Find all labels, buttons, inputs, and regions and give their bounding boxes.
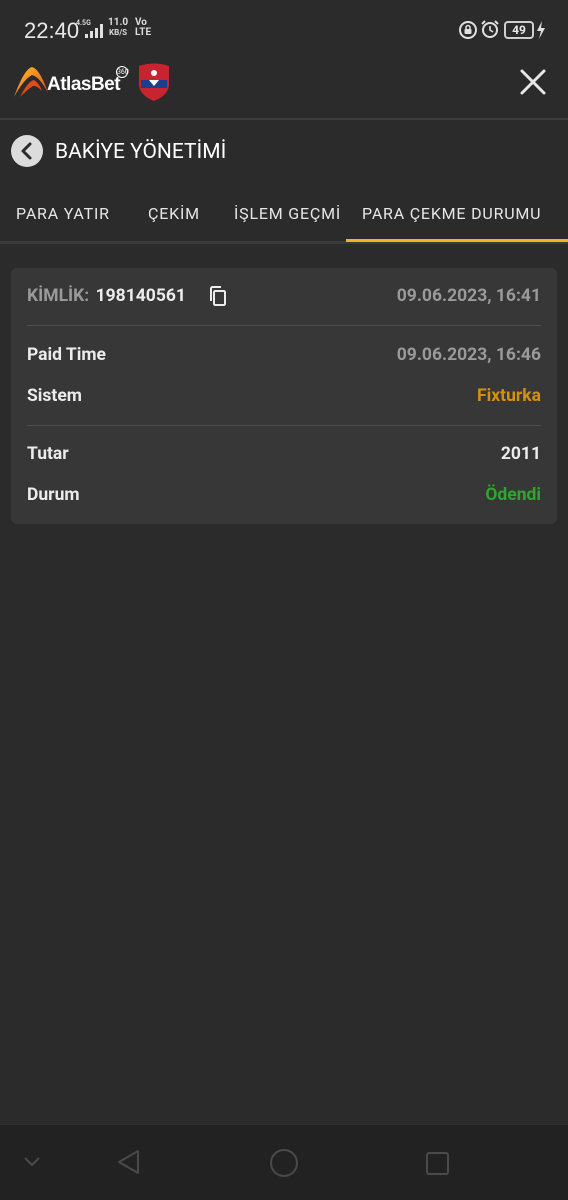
tab-islem-gecmisi[interactable]: İŞLEM GEÇMİ xyxy=(234,204,341,223)
nav-home-icon[interactable] xyxy=(268,1147,300,1179)
charging-icon xyxy=(537,21,545,39)
net-speed-unit: KB/S xyxy=(109,28,128,37)
chevron-left-icon xyxy=(21,142,32,160)
active-tab-indicator xyxy=(346,239,568,242)
status-badge: Ödendi xyxy=(485,485,541,505)
id-value: 198140561 xyxy=(95,286,186,306)
system-label: Sistem xyxy=(27,386,82,406)
volte-indicator: Vo LTE xyxy=(135,18,151,38)
net-speed: 11.0 KB/S xyxy=(108,17,129,38)
status-row: Durum Ödendi xyxy=(27,485,541,509)
id-label: KİMLİK: xyxy=(27,286,90,306)
created-time: 09.06.2023, 16:41 xyxy=(396,286,541,306)
volte-bottom: LTE xyxy=(135,27,152,38)
brand-name: AtlasBet xyxy=(47,74,121,95)
atlasbet-logo-icon xyxy=(14,67,48,97)
status-label: Durum xyxy=(27,485,80,505)
paid-time-value: 09.06.2023, 16:46 xyxy=(396,345,541,365)
back-button[interactable] xyxy=(11,135,43,167)
nav-recents-icon[interactable] xyxy=(425,1151,451,1177)
system-row: Sistem Fixturka xyxy=(27,386,541,410)
alarm-icon xyxy=(481,20,499,38)
tab-para-cekme-durumu[interactable]: PARA ÇEKME DURUMU xyxy=(362,204,541,223)
tab-para-yatir[interactable]: PARA YATIR xyxy=(16,204,110,223)
status-time: 22:40 xyxy=(24,18,80,43)
copy-icon[interactable] xyxy=(207,285,229,307)
rotation-lock-icon xyxy=(459,21,477,39)
amount-value: 2011 xyxy=(500,444,541,464)
nav-back-icon[interactable] xyxy=(114,1147,144,1177)
app-header: AtlasBet 360 xyxy=(0,44,568,120)
system-nav-bar xyxy=(0,1124,568,1200)
signal-icon xyxy=(85,24,103,38)
page-title: BAKİYE YÖNETİMİ xyxy=(55,140,227,164)
net-speed-value: 11.0 xyxy=(108,17,129,28)
withdrawal-card: KİMLİK: 198140561 09.06.2023, 16:41 Paid… xyxy=(11,268,557,524)
withdrawal-id-row: KİMLİK: 198140561 09.06.2023, 16:41 xyxy=(27,286,541,310)
tab-cekim[interactable]: ÇEKİM xyxy=(148,204,200,223)
collapse-chevron-icon[interactable] xyxy=(22,1153,42,1169)
status-bar: 22:40 4.5G 11.0 KB/S Vo LTE 49 xyxy=(0,0,568,44)
team-crest-icon xyxy=(139,63,169,101)
paid-time-row: Paid Time 09.06.2023, 16:46 xyxy=(27,345,541,369)
amount-label: Tutar xyxy=(27,444,69,464)
amount-row: Tutar 2011 xyxy=(27,444,541,468)
subheader: BAKİYE YÖNETİMİ xyxy=(0,122,568,184)
battery-indicator: 49 xyxy=(504,21,534,39)
id-label-group: KİMLİK: 198140561 xyxy=(27,286,186,306)
close-icon[interactable] xyxy=(517,66,549,98)
paid-time-label: Paid Time xyxy=(27,345,107,365)
brand-badge: 360 xyxy=(116,66,129,78)
divider xyxy=(27,425,541,426)
divider xyxy=(27,325,541,326)
system-value: Fixturka xyxy=(477,386,541,406)
tab-bar: PARA YATIR ÇEKİM İŞLEM GEÇMİ PARA ÇEKME … xyxy=(0,184,568,244)
